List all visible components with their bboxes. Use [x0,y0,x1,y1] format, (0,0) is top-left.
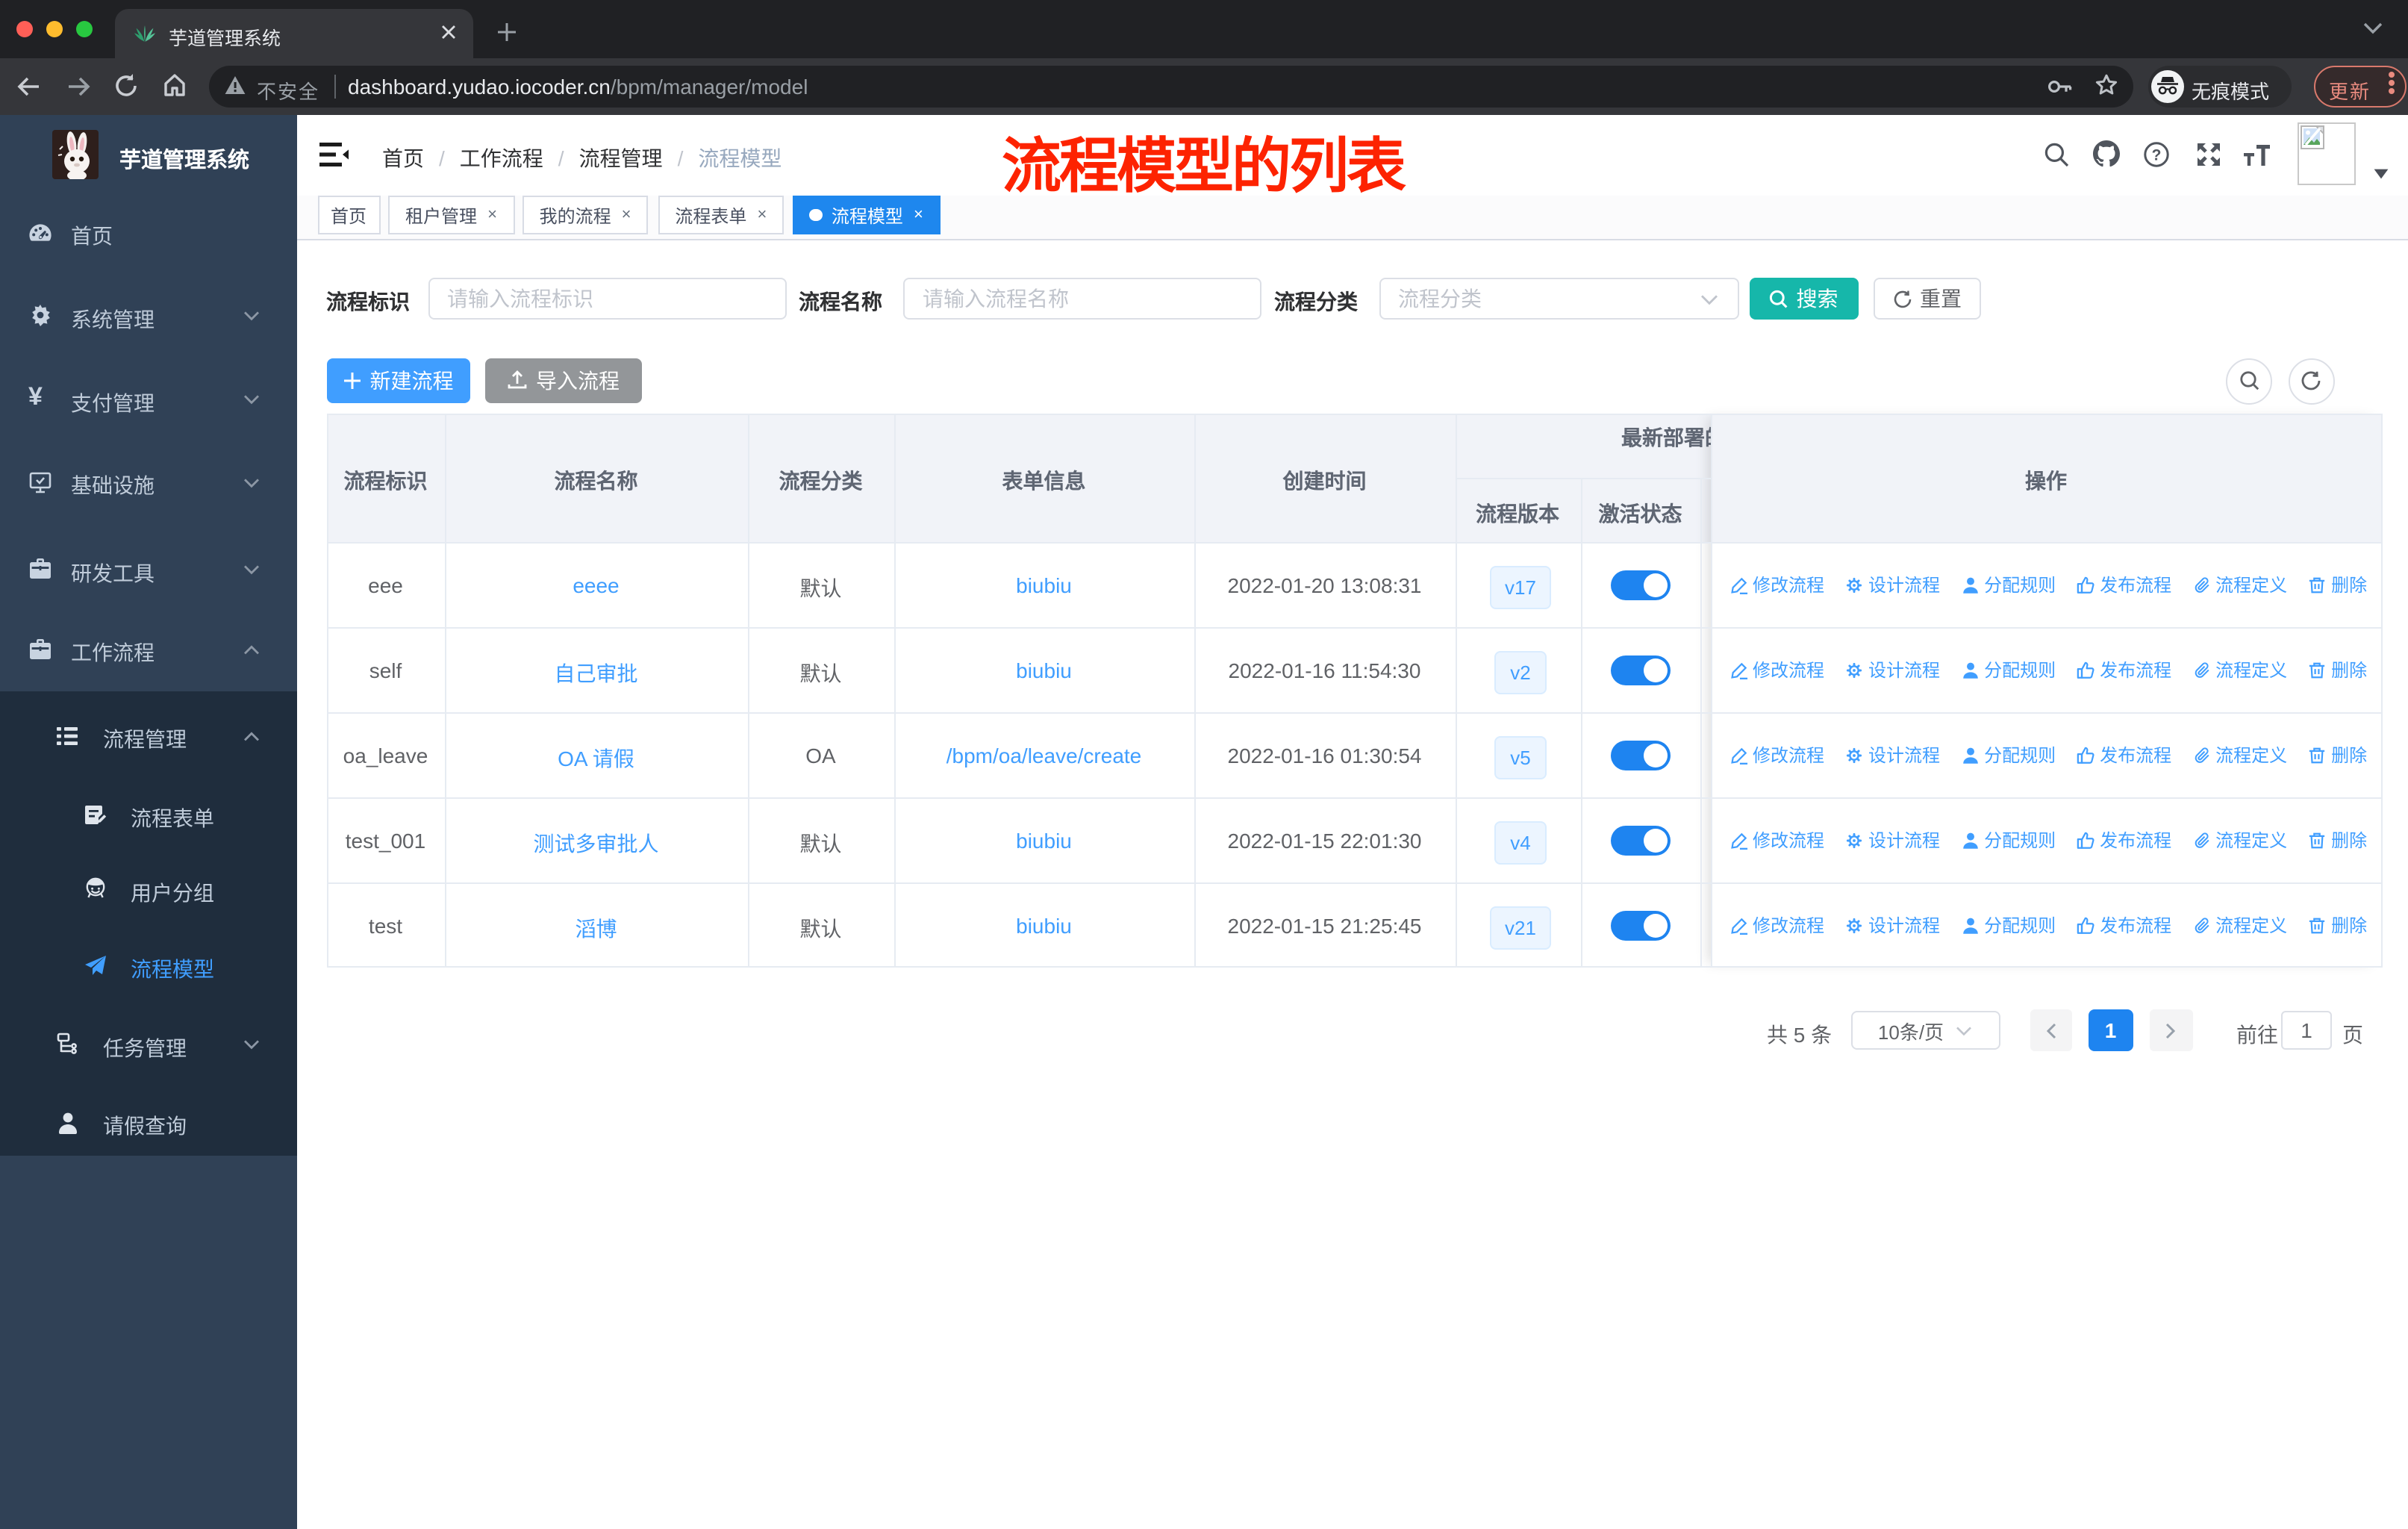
svg-text:?: ? [2152,146,2162,164]
